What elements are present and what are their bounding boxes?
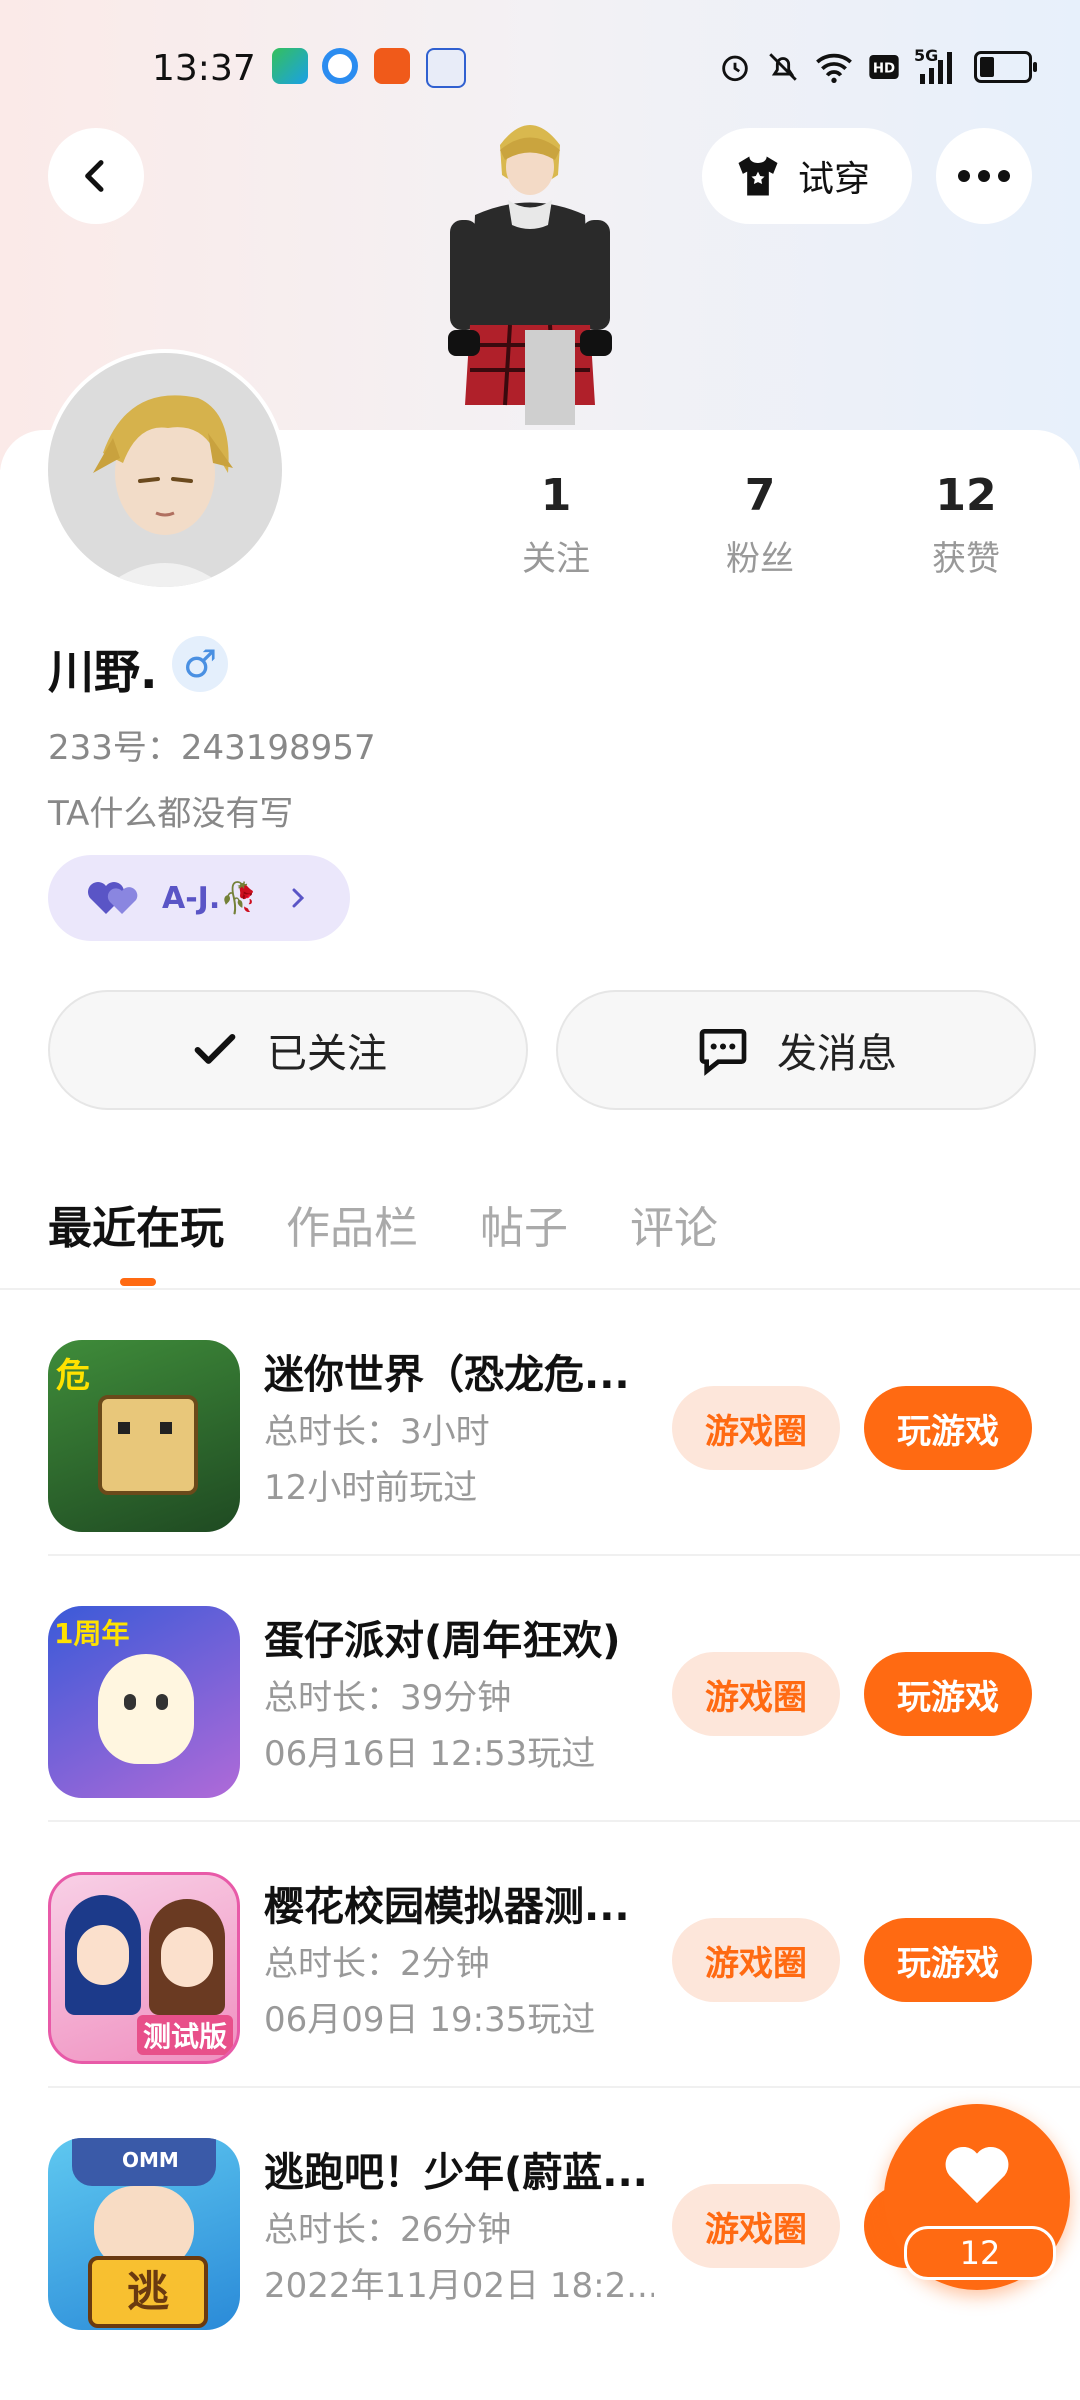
game-circle-button[interactable]: 游戏圈 (672, 1918, 840, 2002)
eggy-party-game-icon: 1周年 (48, 1606, 240, 1798)
app-notification-icon (272, 48, 308, 84)
active-tab-indicator (120, 1278, 156, 1286)
game-title: 逃跑吧！少年(蔚蓝... (264, 2150, 648, 2196)
tab-posts[interactable]: 帖子 (480, 1192, 568, 1256)
back-arrow-icon (85, 160, 104, 192)
stat-likes[interactable]: 12 获赞 (886, 470, 1046, 580)
network-type: 5G (914, 46, 939, 65)
chevron-right-icon (292, 888, 304, 908)
more-options-button[interactable] (936, 128, 1032, 224)
game-icon-badge: 1周年 (54, 1617, 130, 1650)
send-message-label: 发消息 (777, 1031, 897, 1077)
profile-name: 川野. (48, 645, 158, 699)
heart-icon (945, 2146, 1009, 2204)
taobao-notification-icon (374, 48, 410, 84)
run-boy-game-icon: OMM 逃 (48, 2138, 240, 2330)
back-button[interactable] (48, 128, 144, 224)
try-on-label: 试穿 (798, 159, 871, 200)
floating-like-button[interactable]: 12 (884, 2104, 1070, 2290)
profile-bio: TA什么都没有写 (48, 794, 294, 834)
profile-avatar[interactable] (48, 353, 282, 587)
game-icon-badge: 测试版 (137, 2015, 234, 2055)
followed-button[interactable]: 已关注 (48, 990, 528, 1110)
game-title: 迷你世界（恐龙危... (264, 1352, 630, 1398)
hd-icon: HD (869, 55, 899, 79)
game-last-played: 2022年11月02日 18:2... (264, 2266, 654, 2306)
stat-followers[interactable]: 7 粉丝 (680, 470, 840, 580)
couple-label: A-J.🥀 (162, 880, 258, 916)
mute-bell-icon (769, 53, 797, 81)
stat-followers-label: 粉丝 (726, 539, 794, 579)
more-dots-icon (958, 170, 1010, 182)
play-game-button[interactable]: 玩游戏 (864, 1918, 1032, 2002)
game-last-played: 06月09日 19:35玩过 (264, 2000, 596, 2040)
game-circle-button[interactable]: 游戏圈 (672, 2184, 840, 2268)
couple-badge[interactable]: A-J.🥀 (48, 855, 350, 941)
profile-tabs: 最近在玩 作品栏 帖子 评论 (48, 1192, 718, 1256)
svg-text:HD: HD (873, 61, 895, 76)
double-heart-icon (88, 882, 138, 914)
browser-notification-icon (322, 48, 358, 84)
game-circle-button[interactable]: 游戏圈 (672, 1386, 840, 1470)
stat-following[interactable]: 1 关注 (476, 470, 636, 580)
game-icon-badge: 逃 (88, 2256, 208, 2328)
game-row-mini-world[interactable]: 危 迷你世界（恐龙危... 总时长：3小时 12小时前玩过 游戏圈 玩游戏 (0, 1290, 1080, 1556)
wifi-icon (816, 53, 852, 83)
signal-icon: 5G (914, 46, 960, 84)
game-last-played: 12小时前玩过 (264, 1468, 478, 1508)
tab-recently-played[interactable]: 最近在玩 (48, 1192, 224, 1256)
game-duration: 总时长：2分钟 (264, 1944, 490, 1984)
alarm-icon (722, 55, 748, 82)
male-gender-icon: ♂ (172, 636, 228, 692)
chat-bubble-icon (699, 1029, 747, 1076)
game-title: 樱花校园模拟器测... (264, 1884, 630, 1930)
play-game-button[interactable]: 玩游戏 (864, 1652, 1032, 1736)
try-on-button[interactable]: 试穿 (702, 128, 912, 224)
baidu-notification-icon (426, 48, 466, 88)
game-row-sakura-school[interactable]: 测试版 樱花校园模拟器测... 总时长：2分钟 06月09日 19:35玩过 游… (0, 1822, 1080, 2088)
game-last-played: 06月16日 12:53玩过 (264, 1734, 596, 1774)
shirt-icon (738, 156, 778, 196)
game-duration: 总时长：3小时 (264, 1412, 490, 1452)
sakura-school-game-icon: 测试版 (48, 1872, 240, 2064)
tab-works[interactable]: 作品栏 (286, 1192, 418, 1256)
mini-world-game-icon: 危 (48, 1340, 240, 1532)
game-title: 蛋仔派对(周年狂欢) (264, 1618, 621, 1664)
status-bar: 13:37 HD 5G (0, 40, 1080, 96)
stat-followers-value: 7 (744, 470, 776, 521)
stat-following-label: 关注 (522, 539, 590, 579)
profile-id: 233号：243198957 (48, 728, 376, 768)
game-duration: 总时长：39分钟 (264, 1678, 512, 1718)
like-count: 12 (904, 2226, 1056, 2280)
game-circle-button[interactable]: 游戏圈 (672, 1652, 840, 1736)
game-duration: 总时长：26分钟 (264, 2210, 512, 2250)
avatar-3d-figure[interactable] (430, 105, 630, 425)
stat-likes-label: 获赞 (932, 539, 1000, 579)
game-icon-badge: 危 (56, 1356, 90, 1396)
battery-icon (974, 51, 1037, 83)
stat-likes-value: 12 (935, 470, 997, 521)
play-game-button[interactable]: 玩游戏 (864, 1386, 1032, 1470)
avatar-portrait (48, 353, 282, 587)
game-icon-top-label: OMM (122, 2148, 179, 2172)
stat-following-value: 1 (540, 470, 572, 521)
game-row-eggy-party[interactable]: 1周年 蛋仔派对(周年狂欢) 总时长：39分钟 06月16日 12:53玩过 游… (0, 1556, 1080, 1822)
followed-label: 已关注 (267, 1031, 387, 1077)
check-icon (194, 1033, 236, 1064)
send-message-button[interactable]: 发消息 (556, 990, 1036, 1110)
status-time: 13:37 (152, 48, 256, 89)
tab-comments[interactable]: 评论 (630, 1192, 718, 1256)
